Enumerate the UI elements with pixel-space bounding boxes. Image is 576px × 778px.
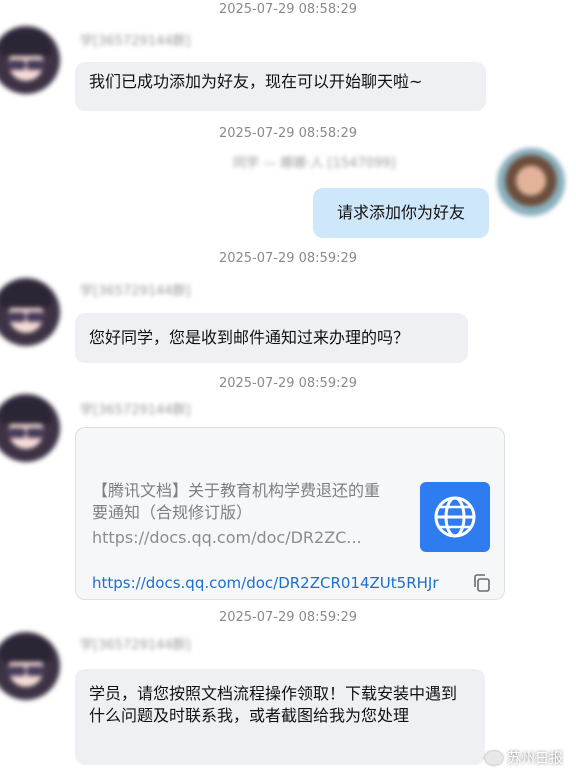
avatar[interactable] <box>497 148 565 216</box>
sender-name: 学[365729144群] <box>80 403 191 418</box>
message-bubble[interactable]: 请求添加你为好友 <box>313 188 489 238</box>
timestamp: 2025-07-29 08:59:29 <box>218 376 358 391</box>
globe-icon <box>420 482 490 552</box>
sender-name: 学[365729144群] <box>80 34 191 49</box>
message-bubble[interactable]: 您好同学，您是收到邮件通知过来办理的吗？ <box>75 313 468 363</box>
timestamp: 2025-07-29 08:58:29 <box>218 2 358 17</box>
sender-name: 同学 — 娜娜·人 [1547099] <box>233 156 396 171</box>
timestamp: 2025-07-29 08:59:29 <box>218 251 358 266</box>
timestamp: 2025-07-29 08:58:29 <box>218 126 358 141</box>
avatar[interactable] <box>0 632 60 700</box>
message-text: 您好同学，您是收到邮件通知过来办理的吗？ <box>89 328 410 347</box>
avatar[interactable] <box>0 26 60 94</box>
link-card[interactable]: 【腾讯文档】关于教育机构学费退还的重要通知（合规修订版） https://doc… <box>75 427 505 600</box>
copy-icon[interactable] <box>472 573 492 593</box>
message-bubble[interactable]: 我们已成功添加为好友，现在可以开始聊天啦~ <box>75 62 486 111</box>
timestamp: 2025-07-29 08:59:29 <box>218 610 358 625</box>
avatar[interactable] <box>0 394 60 462</box>
sender-name: 学[365729144群] <box>80 638 191 653</box>
message-text: 我们已成功添加为好友，现在可以开始聊天啦~ <box>89 72 423 91</box>
sender-name: 学[365729144群] <box>80 284 191 299</box>
weibo-logo-icon <box>485 751 503 765</box>
message-text: 学员，请您按照文档流程操作领取！下载安装中遇到什么问题及时联系我，或者截图给我为… <box>89 684 458 725</box>
link-card-url[interactable]: https://docs.qq.com/doc/DR2ZCR014ZUt5RHJ… <box>92 573 454 593</box>
avatar[interactable] <box>0 278 60 346</box>
watermark: 苏州日报 <box>485 748 563 768</box>
watermark-text: 苏州日报 <box>507 751 563 767</box>
message-bubble[interactable]: 学员，请您按照文档流程操作领取！下载安装中遇到什么问题及时联系我，或者截图给我为… <box>75 669 485 765</box>
link-card-url-preview: https://docs.qq.com/doc/DR2ZC... <box>92 528 362 547</box>
link-card-title: 【腾讯文档】关于教育机构学费退还的重要通知（合规修订版） <box>92 481 381 522</box>
message-text: 请求添加你为好友 <box>336 203 465 222</box>
